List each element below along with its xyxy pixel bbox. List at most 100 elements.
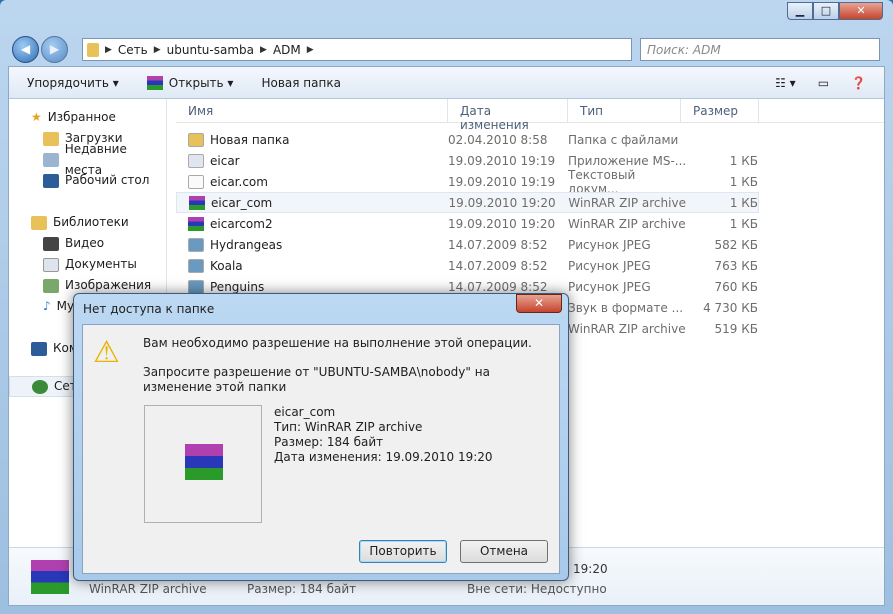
- new-folder-button[interactable]: Новая папка: [261, 76, 340, 90]
- label: Библиотеки: [53, 215, 129, 229]
- file-size: 1 КБ: [729, 153, 758, 168]
- label: Рабочий стол: [65, 173, 150, 187]
- organize-button[interactable]: Упорядочить ▾: [27, 76, 119, 90]
- details-offline: Вне сети: Недоступно: [467, 582, 607, 596]
- file-size: 519 КБ: [714, 321, 758, 336]
- details-size: Размер: 184 байт: [247, 582, 357, 596]
- open-button[interactable]: Открыть ▾: [146, 75, 234, 90]
- sidebar-favorites[interactable]: ★ Избранное: [9, 107, 166, 128]
- file-size: 4 730 КБ: [703, 300, 758, 315]
- help-icon[interactable]: ❓: [851, 76, 866, 90]
- forward-button[interactable]: ▶: [41, 36, 68, 63]
- cancel-button[interactable]: Отмена: [460, 540, 548, 563]
- access-denied-dialog: Нет доступа к папке ✕ ⚠ Вам необходимо р…: [73, 293, 569, 581]
- dialog-close-button[interactable]: ✕: [516, 294, 562, 313]
- dialog-title: Нет доступа к папке: [83, 302, 215, 316]
- file-date: 02.04.2010 8:58: [448, 132, 548, 147]
- column-type[interactable]: Тип: [568, 99, 681, 122]
- back-button[interactable]: ◀: [12, 36, 39, 63]
- file-name: Hydrangeas: [210, 237, 283, 252]
- file-row[interactable]: Hydrangeas 14.07.2009 8:52 Рисунок JPEG …: [176, 234, 884, 255]
- file-date: 19.09.2010 19:20: [448, 216, 556, 231]
- label: Избранное: [47, 110, 116, 124]
- breadcrumb-folder[interactable]: ADM: [273, 43, 301, 57]
- computer-icon: [31, 341, 47, 356]
- folder-icon: [87, 42, 99, 57]
- image-icon: [188, 279, 204, 294]
- pictures-icon: [43, 278, 59, 293]
- minimize-button[interactable]: ▁: [787, 2, 813, 20]
- column-name[interactable]: Имя: [176, 99, 448, 122]
- file-row[interactable]: eicar.com 19.09.2010 19:19 Текстовый док…: [176, 168, 884, 196]
- text-icon: [188, 174, 204, 189]
- documents-icon: [43, 257, 59, 272]
- details-type: WinRAR ZIP archive: [89, 582, 207, 596]
- star-icon: ★: [31, 110, 42, 124]
- sidebar-libraries[interactable]: Библиотеки: [9, 212, 166, 233]
- desktop-icon: [43, 173, 59, 188]
- file-size: 1 КБ: [729, 216, 758, 231]
- file-date: Дата изменения: 19.09.2010 19:20: [274, 450, 493, 464]
- address-bar[interactable]: ▶ Сеть ▶ ubuntu-samba ▶ ADM ▶: [82, 38, 632, 61]
- file-date: 19.09.2010 19:19: [448, 174, 556, 189]
- file-date: 19.09.2010 19:19: [448, 153, 556, 168]
- warning-icon: ⚠: [93, 335, 120, 370]
- sidebar-item-documents[interactable]: Документы: [9, 254, 166, 275]
- column-date[interactable]: Дата изменения: [448, 99, 568, 132]
- search-input[interactable]: Поиск: ADM: [640, 38, 880, 61]
- preview-pane-icon[interactable]: ▭: [818, 76, 829, 90]
- dialog-request: Запросите разрешение от "UBUNTU-SAMBA\no…: [143, 365, 490, 394]
- recent-places-icon: [43, 152, 59, 167]
- dialog-message: Вам необходимо разрешение на выполнение …: [143, 336, 532, 350]
- file-row[interactable]: Koala 14.07.2009 8:52 Рисунок JPEG 763 К…: [176, 255, 884, 276]
- sidebar-item-video[interactable]: Видео: [9, 233, 166, 254]
- breadcrumb-network[interactable]: Сеть: [118, 43, 148, 57]
- app-icon: [188, 153, 204, 168]
- video-icon: [43, 236, 59, 251]
- sidebar-item-recent[interactable]: Недавние места: [9, 142, 166, 177]
- file-type: Папка с файлами: [568, 132, 679, 147]
- file-name: eicarcom2: [210, 216, 273, 231]
- retry-button[interactable]: Повторить: [359, 540, 447, 563]
- file-thumbnail: [144, 405, 262, 523]
- music-icon: ♪: [43, 299, 51, 313]
- file-name: Koala: [210, 258, 243, 273]
- file-name: eicar_com: [274, 405, 336, 419]
- network-icon: [32, 379, 48, 394]
- downloads-icon: [43, 131, 59, 146]
- file-type: Рисунок JPEG: [568, 258, 651, 273]
- file-date: 14.07.2009 8:52: [448, 237, 548, 252]
- column-size[interactable]: Размер: [681, 99, 759, 122]
- file-size: Размер: 184 байт: [274, 435, 384, 449]
- file-type: WinRAR ZIP archive: [568, 216, 686, 231]
- file-row[interactable]: Новая папка 02.04.2010 8:58 Папка с файл…: [176, 129, 884, 150]
- file-date: 19.09.2010 19:20: [448, 195, 556, 210]
- file-size: 760 КБ: [714, 279, 758, 294]
- file-date: 14.07.2009 8:52: [448, 279, 548, 294]
- sidebar-item-desktop[interactable]: Рабочий стол: [9, 170, 166, 191]
- file-row[interactable]: eicar_com 19.09.2010 19:20 WinRAR ZIP ar…: [176, 192, 759, 213]
- winrar-icon: [188, 216, 204, 231]
- file-row[interactable]: eicar 19.09.2010 19:19 Приложение MS-...…: [176, 150, 884, 171]
- file-size: 763 КБ: [714, 258, 758, 273]
- view-icon[interactable]: ☷ ▾: [775, 76, 796, 90]
- image-icon: [188, 237, 204, 252]
- file-row[interactable]: eicarcom2 19.09.2010 19:20 WinRAR ZIP ar…: [176, 213, 884, 234]
- breadcrumb-server[interactable]: ubuntu-samba: [167, 43, 254, 57]
- details-date: 19:20: [573, 562, 608, 576]
- label: Документы: [65, 257, 137, 271]
- close-button[interactable]: ✕: [839, 2, 883, 20]
- open-label: Открыть ▾: [168, 75, 234, 90]
- file-type: WinRAR ZIP archive: [568, 321, 686, 336]
- file-type: Рисунок JPEG: [568, 279, 651, 294]
- file-size: 1 КБ: [729, 174, 758, 189]
- winrar-archive-icon: [185, 444, 223, 480]
- maximize-button[interactable]: □: [813, 2, 839, 20]
- winrar-icon: [146, 75, 163, 90]
- libraries-icon: [31, 215, 47, 230]
- file-name: eicar.com: [210, 174, 268, 189]
- label: Видео: [65, 236, 105, 250]
- folder-icon: [188, 132, 204, 147]
- image-icon: [188, 258, 204, 273]
- winrar-icon: [189, 195, 205, 210]
